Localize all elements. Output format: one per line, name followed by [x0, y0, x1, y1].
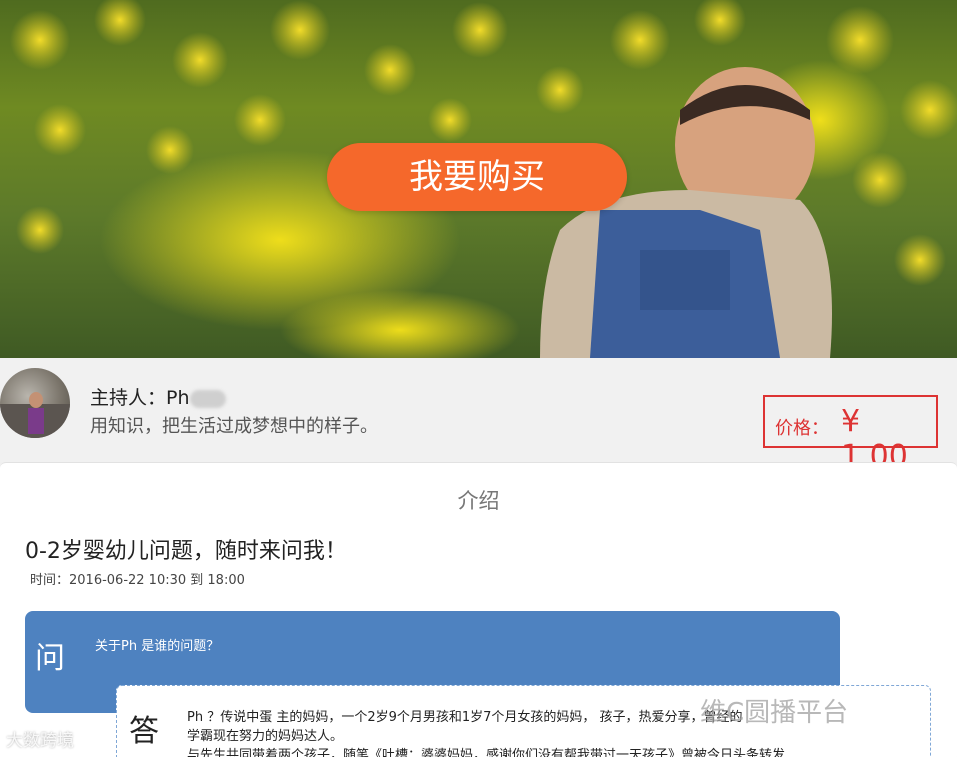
- topic-title: 0-2岁婴幼儿问题，随时来问我！: [25, 539, 347, 564]
- section-title: 介绍: [457, 489, 500, 513]
- blurred-name: [189, 389, 226, 408]
- child-figure: [540, 67, 832, 358]
- host-motto: 用知识，把生活过成梦想中的样子。: [90, 416, 378, 437]
- answer-line: 与先生共同带着两个孩子，随笔《吐槽：婆婆妈妈，感谢你们没有帮我带过一天孩子》曾被…: [187, 748, 786, 757]
- host-info-bar: 主持人：Ph 用知识，把生活过成梦想中的样子。 价格： ¥ 1.00: [0, 358, 957, 474]
- watermark-right: 维C圆播平台: [700, 698, 849, 728]
- watermark-left: 大数跨境: [6, 731, 74, 751]
- host-avatar: [0, 368, 70, 438]
- price-box: 价格： ¥ 1.00: [763, 395, 938, 474]
- avatar-photo: [0, 392, 70, 438]
- price-label: 价格：: [775, 418, 829, 439]
- answer-mark: 答: [129, 714, 159, 749]
- host-name-prefix: 主持人：Ph: [90, 387, 190, 409]
- topic-time: 时间：2016-06-22 10:30 到 18:00: [30, 573, 245, 588]
- question-text: 关于Ph 是谁的问题？: [95, 639, 220, 654]
- host-name: 主持人：Ph: [90, 383, 226, 410]
- answer-line: 学霸现在努力的妈妈达人。: [187, 729, 344, 744]
- question-mark: 问: [35, 641, 65, 676]
- buy-button[interactable]: 我要购买: [327, 143, 627, 211]
- hero-banner: 我要购买: [0, 0, 957, 358]
